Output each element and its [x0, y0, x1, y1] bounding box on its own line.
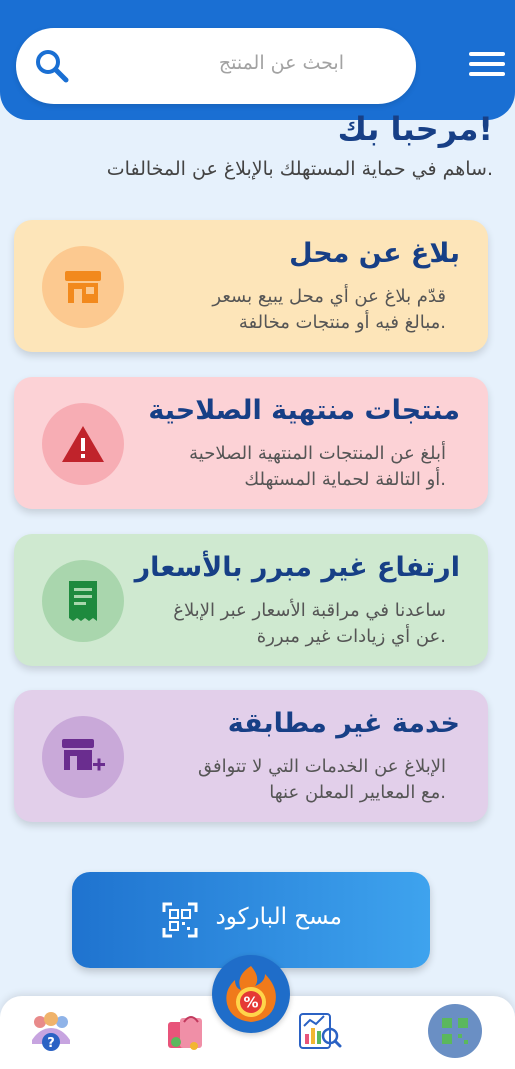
fire-percent-icon: % [226, 966, 276, 1022]
card-icon-circle [42, 560, 124, 642]
card-title: خدمة غير مطابقة [227, 708, 460, 739]
expired-products-card[interactable]: منتجات منتهية الصلاحية أبلغ عن المنتجات … [14, 377, 488, 509]
scan-barcode-button[interactable]: مسح الباركود [72, 872, 430, 968]
promo-percent-text: % [243, 994, 258, 1012]
card-description: أبلغ عن المنتجات المنتهية الصلاحية .أو ا… [189, 443, 446, 490]
report-store-card[interactable]: بلاغ عن محل قدّم بلاغ عن أي محل يبيع بسع… [14, 220, 488, 352]
welcome-subtitle: .ساهم في حماية المستهلك بالإبلاغ عن المخ… [106, 158, 493, 180]
promo-offers-button[interactable]: % [212, 955, 290, 1033]
card-icon-circle [42, 716, 124, 798]
analytics-icon[interactable] [296, 1008, 342, 1054]
store-add-icon [62, 739, 105, 771]
card-title: منتجات منتهية الصلاحية [148, 395, 460, 426]
card-description: قدّم بلاغ عن أي محل يبيع بسعر .مبالغ فيه… [212, 286, 446, 333]
receipt-icon [69, 581, 97, 621]
welcome-heading: !مرحبا بك [337, 110, 493, 148]
card-description: ساعدنا في مراقبة الأسعار عبر الإبلاغ .عن… [173, 600, 446, 647]
nonconforming-service-card[interactable]: خدمة غير مطابقة الإبلاغ عن الخدمات التي … [14, 690, 488, 822]
search-icon[interactable] [34, 48, 70, 84]
top-app-bar: ابحث عن المنتج [0, 0, 515, 120]
search-bar[interactable]: ابحث عن المنتج [16, 28, 416, 104]
shopping-icon[interactable] [162, 1008, 208, 1054]
help-community-icon[interactable]: ? [28, 1008, 74, 1054]
card-title: بلاغ عن محل [289, 238, 460, 269]
search-input[interactable]: ابحث عن المنتج [219, 52, 344, 74]
scan-barcode-label: مسح الباركود [215, 904, 342, 930]
card-icon-circle [42, 246, 124, 328]
card-icon-circle [42, 403, 124, 485]
store-icon [65, 271, 101, 303]
qr-app-icon[interactable] [428, 1004, 482, 1058]
qr-scan-icon [162, 902, 198, 938]
card-description: الإبلاغ عن الخدمات التي لا تتوافق .مع ال… [198, 756, 446, 803]
warning-icon [62, 426, 104, 462]
price-increase-card[interactable]: ارتفاع غير مبرر بالأسعار ساعدنا في مراقب… [14, 534, 488, 666]
card-title: ارتفاع غير مبرر بالأسعار [134, 552, 460, 583]
hamburger-menu-icon[interactable] [469, 52, 505, 80]
svg-text:?: ? [47, 1036, 55, 1051]
